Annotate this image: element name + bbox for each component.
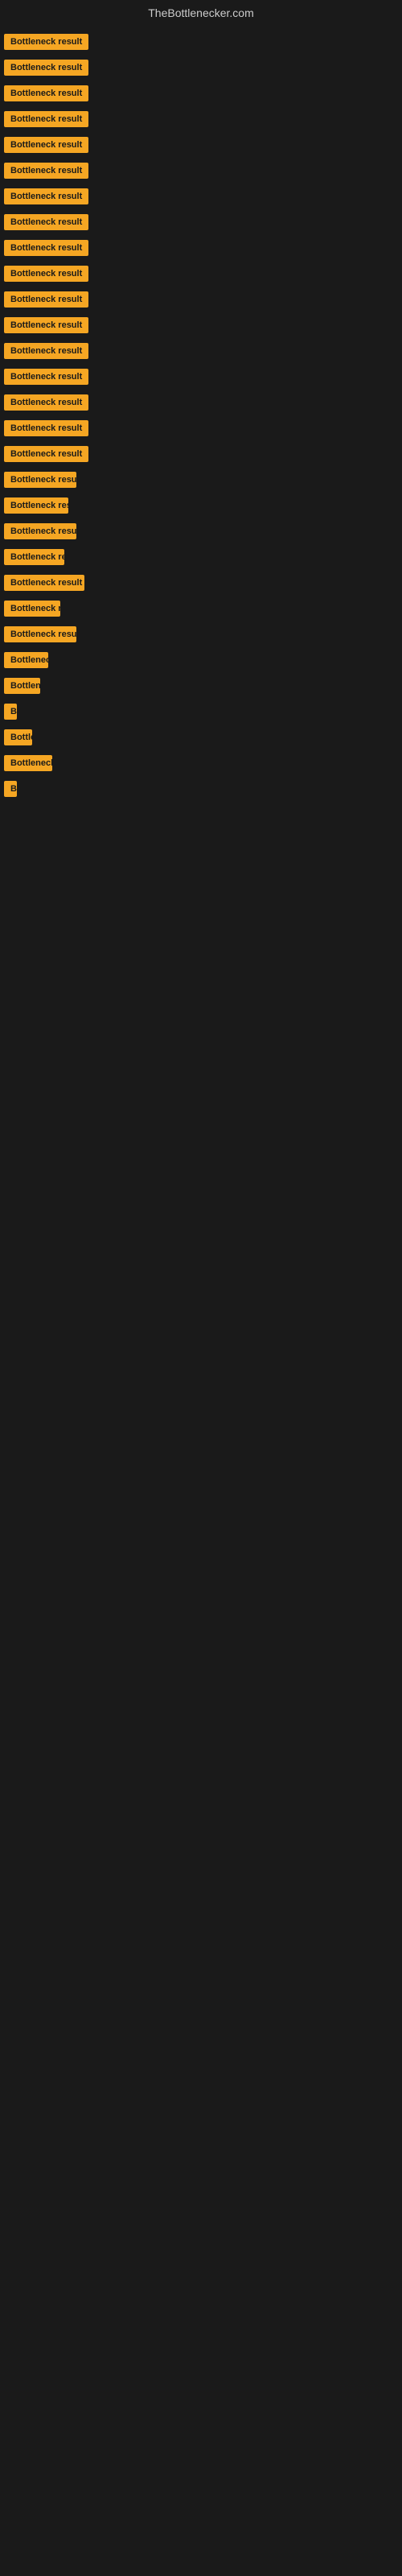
result-badge[interactable]: Bottleneck result: [4, 446, 88, 462]
result-badge[interactable]: Bottleneck result: [4, 34, 88, 50]
result-badge[interactable]: Bottleneck result: [4, 575, 84, 591]
result-badge[interactable]: Bottleneck result: [4, 729, 32, 745]
site-title: TheBottlenecker.com: [0, 0, 402, 26]
result-badge[interactable]: Bottleneck result: [4, 549, 64, 565]
list-item: Bottleneck result: [4, 523, 398, 539]
list-item: Bottleneck result: [4, 549, 398, 565]
list-item: Bottleneck result: [4, 111, 398, 127]
list-item: Bottleneck result: [4, 446, 398, 462]
result-badge[interactable]: Bottleneck result: [4, 111, 88, 127]
list-item: Bottleneck result: [4, 472, 398, 488]
list-item: Bottleneck result: [4, 704, 398, 720]
list-item: Bottleneck result: [4, 626, 398, 642]
list-item: Bottleneck result: [4, 678, 398, 694]
result-badge[interactable]: Bottleneck result: [4, 188, 88, 204]
list-item: Bottleneck result: [4, 652, 398, 668]
list-item: Bottleneck result: [4, 601, 398, 617]
list-item: Bottleneck result: [4, 343, 398, 359]
result-badge[interactable]: Bottleneck result: [4, 755, 52, 771]
list-item: Bottleneck result: [4, 240, 398, 256]
list-item: Bottleneck result: [4, 497, 398, 514]
result-badge[interactable]: Bottleneck result: [4, 60, 88, 76]
result-badge[interactable]: Bottleneck result: [4, 420, 88, 436]
result-badge[interactable]: Bottleneck result: [4, 497, 68, 514]
list-item: Bottleneck result: [4, 575, 398, 591]
result-badge[interactable]: Bottleneck result: [4, 652, 48, 668]
list-item: Bottleneck result: [4, 369, 398, 385]
list-item: Bottleneck result: [4, 394, 398, 411]
result-badge[interactable]: Bottleneck result: [4, 472, 76, 488]
list-item: Bottleneck result: [4, 317, 398, 333]
result-badge[interactable]: Bottleneck result: [4, 343, 88, 359]
result-badge[interactable]: Bottleneck result: [4, 678, 40, 694]
list-item: Bottleneck result: [4, 34, 398, 50]
result-badge[interactable]: Bottleneck result: [4, 137, 88, 153]
result-badge[interactable]: Bottleneck result: [4, 240, 88, 256]
list-item: Bottleneck result: [4, 420, 398, 436]
result-badge[interactable]: Bottleneck result: [4, 781, 17, 797]
list-item: Bottleneck result: [4, 214, 398, 230]
result-badge[interactable]: Bottleneck result: [4, 601, 60, 617]
list-item: Bottleneck result: [4, 266, 398, 282]
result-badge[interactable]: Bottleneck result: [4, 317, 88, 333]
list-item: Bottleneck result: [4, 60, 398, 76]
result-badge[interactable]: Bottleneck result: [4, 369, 88, 385]
result-badge[interactable]: Bottleneck result: [4, 394, 88, 411]
list-item: Bottleneck result: [4, 137, 398, 153]
list-item: Bottleneck result: [4, 291, 398, 308]
results-container: Bottleneck result Bottleneck result Bottle…: [0, 26, 402, 815]
result-badge[interactable]: Bottleneck result: [4, 214, 88, 230]
list-item: Bottleneck result: [4, 781, 398, 797]
result-badge[interactable]: Bottleneck result: [4, 291, 88, 308]
result-badge[interactable]: Bottleneck result: [4, 85, 88, 101]
list-item: Bottleneck result: [4, 163, 398, 179]
result-badge[interactable]: Bottleneck result: [4, 266, 88, 282]
list-item: Bottleneck result: [4, 729, 398, 745]
list-item: Bottleneck result: [4, 188, 398, 204]
result-badge[interactable]: Bottleneck result: [4, 523, 76, 539]
list-item: Bottleneck result: [4, 755, 398, 771]
result-badge[interactable]: Bottleneck result: [4, 163, 88, 179]
list-item: Bottleneck result: [4, 85, 398, 101]
result-badge[interactable]: Bottleneck result: [4, 626, 76, 642]
result-badge[interactable]: Bottleneck result: [4, 704, 17, 720]
